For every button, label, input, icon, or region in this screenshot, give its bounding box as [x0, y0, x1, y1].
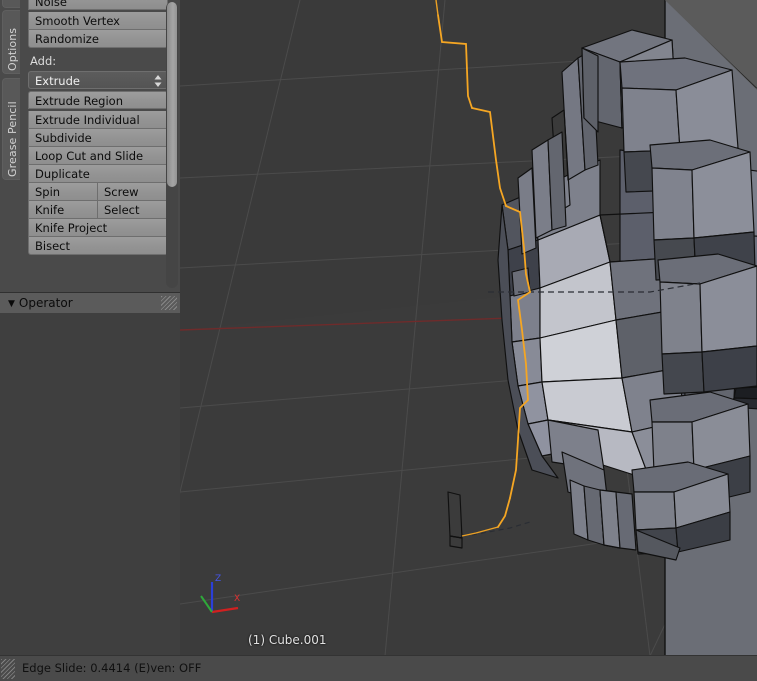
- section-label-add: Add:: [30, 54, 57, 68]
- tab-options-label: Options: [6, 27, 19, 71]
- tool-button-smooth-vertex[interactable]: Smooth Vertex: [28, 12, 168, 30]
- axis-gizmo: Z X: [198, 570, 246, 616]
- tool-button-select[interactable]: Select: [98, 201, 168, 219]
- status-bar-grip-icon[interactable]: [1, 659, 15, 679]
- tool-row-spin-screw: Spin Screw: [28, 183, 168, 201]
- tool-button-randomize[interactable]: Randomize: [28, 30, 168, 48]
- triangle-down-icon: ▼: [8, 299, 15, 309]
- tool-button-knife[interactable]: Knife: [28, 201, 98, 219]
- sidebar-tab-grease-pencil[interactable]: Grease Pencil: [2, 78, 20, 180]
- resize-grip-icon[interactable]: [161, 296, 177, 310]
- 3d-viewport[interactable]: Z X (1) Cube.001: [180, 0, 757, 656]
- extrude-dropdown-value: Extrude: [35, 74, 80, 88]
- tool-button-screw[interactable]: Screw: [98, 183, 168, 201]
- tool-button-subdivide[interactable]: Subdivide: [28, 129, 168, 147]
- tool-button-extrude-individual[interactable]: Extrude Individual: [28, 111, 168, 129]
- tool-row-knife-select: Knife Select: [28, 201, 168, 219]
- sidebar-tab-options[interactable]: Options: [2, 10, 20, 74]
- axis-label-z: Z: [215, 574, 221, 584]
- tool-button-noise[interactable]: Noise: [28, 0, 168, 10]
- axis-label-x: X: [234, 594, 240, 604]
- tool-panel[interactable]: Noise Smooth Vertex Randomize Add: Extru…: [22, 0, 180, 292]
- tool-button-duplicate[interactable]: Duplicate: [28, 165, 168, 183]
- viewport-object-label: (1) Cube.001: [248, 633, 327, 647]
- operator-panel-header[interactable]: ▼ Operator: [0, 293, 180, 313]
- extrude-dropdown[interactable]: Extrude: [28, 71, 168, 89]
- tool-panel-scrollbar[interactable]: [166, 2, 178, 288]
- operator-panel[interactable]: ▼ Operator: [0, 292, 180, 657]
- tab-strip: Options Grease Pencil: [0, 0, 22, 292]
- chevron-updown-icon: [154, 74, 162, 88]
- tool-button-knife-project[interactable]: Knife Project: [28, 219, 168, 237]
- tool-button-loop-cut-and-slide[interactable]: Loop Cut and Slide: [28, 147, 168, 165]
- viewport-render: [180, 0, 757, 656]
- operator-panel-title: Operator: [18, 296, 73, 310]
- tab-grease-pencil-label: Grease Pencil: [6, 101, 19, 177]
- sidebar-tab-partial[interactable]: [2, 0, 20, 8]
- tool-panel-scrollbar-thumb[interactable]: [167, 2, 177, 187]
- tool-button-spin[interactable]: Spin: [28, 183, 98, 201]
- tool-button-bisect[interactable]: Bisect: [28, 237, 168, 255]
- blender-window: Z X (1) Cube.001 Options Grease Pencil N…: [0, 0, 757, 681]
- status-bar: Edge Slide: 0.4414 (E)ven: OFF: [0, 655, 757, 681]
- tool-button-extrude-region[interactable]: Extrude Region: [28, 91, 168, 109]
- status-bar-text: Edge Slide: 0.4414 (E)ven: OFF: [22, 661, 202, 675]
- operator-panel-body: [0, 313, 180, 656]
